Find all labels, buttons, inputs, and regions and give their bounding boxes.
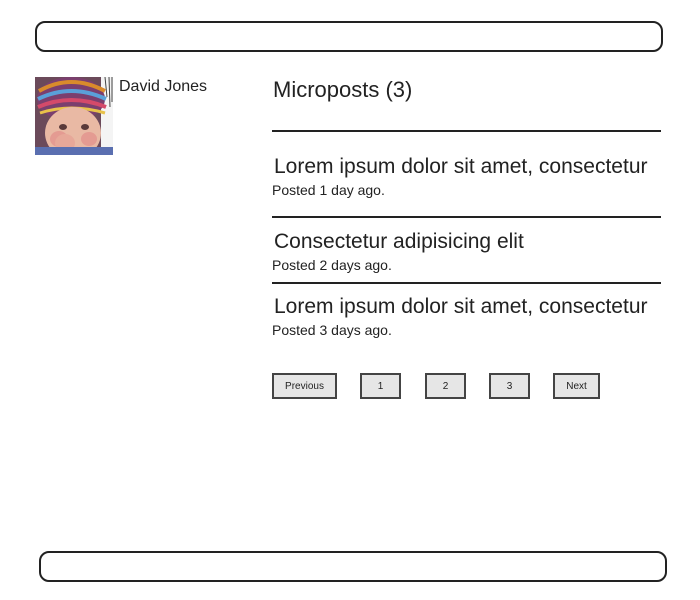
micropost-content: Lorem ipsum dolor sit amet, consectetur: [274, 155, 648, 178]
divider: [272, 216, 661, 218]
micropost: Lorem ipsum dolor sit amet, consectetur …: [272, 155, 661, 198]
avatar[interactable]: [35, 77, 113, 155]
pagination-next-button[interactable]: Next: [553, 373, 600, 399]
page-title: Microposts (3): [273, 77, 413, 102]
micropost: Lorem ipsum dolor sit amet, consectetur …: [272, 295, 661, 338]
micropost-timestamp: Posted 3 days ago.: [272, 322, 392, 338]
pagination-page-1-button[interactable]: 1: [360, 373, 401, 399]
pagination-page-2-button[interactable]: 2: [425, 373, 466, 399]
footer-bar: [39, 551, 667, 582]
micropost-timestamp: Posted 1 day ago.: [272, 182, 385, 198]
page: David Jones Microposts (3) Lorem ipsum d…: [0, 0, 700, 600]
divider: [272, 130, 661, 132]
micropost-content: Lorem ipsum dolor sit amet, consectetur: [274, 295, 648, 318]
pagination-previous-button[interactable]: Previous: [272, 373, 337, 399]
top-navigation-bar: [35, 21, 663, 52]
pagination-page-3-button[interactable]: 3: [489, 373, 530, 399]
profile-name: David Jones: [119, 78, 208, 95]
divider: [272, 282, 661, 284]
micropost: Consectetur adipisicing elit Posted 2 da…: [272, 230, 661, 273]
micropost-timestamp: Posted 2 days ago.: [272, 257, 392, 273]
micropost-content: Consectetur adipisicing elit: [274, 230, 524, 253]
avatar-image: [35, 77, 113, 155]
